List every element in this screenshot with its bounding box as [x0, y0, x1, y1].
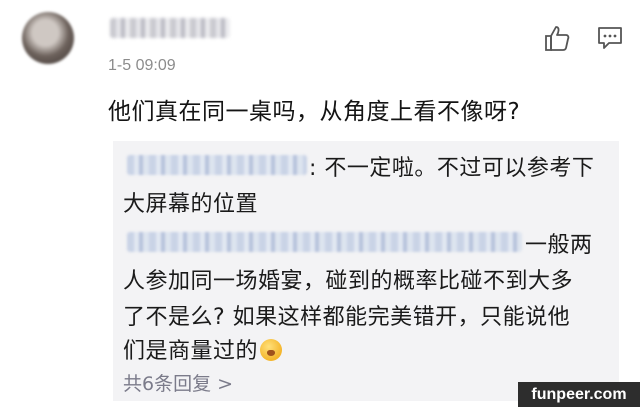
- username-blurred[interactable]: [110, 18, 230, 38]
- reply1-author-blurred[interactable]: [127, 155, 307, 175]
- replies-panel: : 不一定啦。不过可以参考下 大屏幕的位置 一般两 人参加同一场婚宴，碰到的概率…: [113, 141, 619, 401]
- reply2-text-line3: 了不是么? 如果这样都能完美错开，只能说他: [123, 305, 571, 330]
- comment-timestamp: 1-5 09:09: [108, 57, 176, 74]
- comment-body: 他们真在同一桌吗，从角度上看不像呀?: [108, 99, 521, 125]
- comment-bubble-icon[interactable]: [597, 26, 623, 50]
- reply2-text-line4: 们是商量过的: [123, 333, 283, 365]
- reply2-text-line2: 人参加同一场婚宴，碰到的概率比碰不到大多: [123, 269, 574, 294]
- reply1-text-line1: : 不一定啦。不过可以参考下: [309, 156, 595, 181]
- reply2-text-line4-label: 们是商量过的: [123, 339, 259, 364]
- more-replies-link[interactable]: 共6条回复 >: [123, 369, 233, 396]
- site-watermark: funpeer.com: [518, 382, 640, 407]
- reply2-text-line1: 一般两: [525, 233, 593, 258]
- reply1-text-line2: 大屏幕的位置: [123, 192, 259, 217]
- scared-face-icon: [260, 339, 283, 361]
- user-avatar[interactable]: [22, 12, 74, 64]
- thumbs-up-icon[interactable]: [543, 24, 571, 52]
- reply2-author-blurred[interactable]: [127, 232, 522, 252]
